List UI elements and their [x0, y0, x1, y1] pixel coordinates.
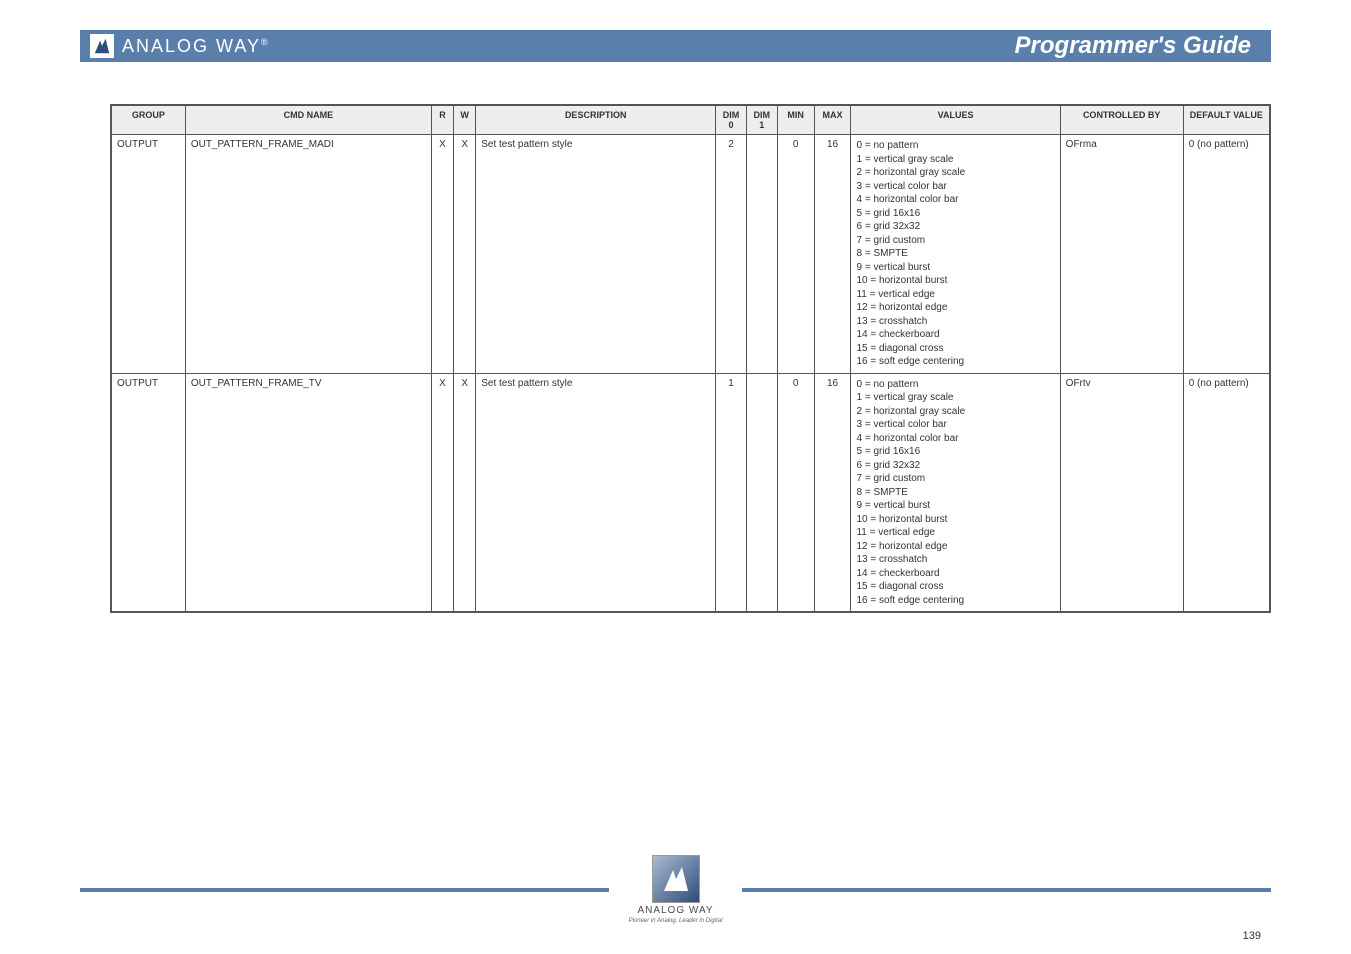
cell-values: 0 = no pattern1 = vertical gray scale2 =… [851, 373, 1060, 612]
cell-r: X [431, 135, 453, 374]
footer-rule-right [742, 888, 1271, 892]
cell-d0: 1 [716, 373, 747, 612]
value-line: 8 = SMPTE [856, 247, 1054, 261]
cell-cmd: OUT_PATTERN_FRAME_MADI [185, 135, 431, 374]
page-title: Programmer's Guide [1015, 32, 1251, 60]
value-line: 11 = vertical edge [856, 288, 1054, 302]
value-line: 12 = horizontal edge [856, 301, 1054, 315]
value-line: 4 = horizontal color bar [856, 432, 1054, 446]
cell-r: X [431, 373, 453, 612]
cell-values: 0 = no pattern1 = vertical gray scale2 =… [851, 135, 1060, 374]
value-line: 16 = soft edge centering [856, 594, 1054, 608]
col-r: R [431, 106, 453, 135]
cell-controlled-by: OFrma [1060, 135, 1183, 374]
page-number: 139 [1243, 930, 1261, 942]
value-line: 5 = grid 16x16 [856, 445, 1054, 459]
value-line: 11 = vertical edge [856, 526, 1054, 540]
col-desc: DESCRIPTION [476, 106, 716, 135]
header-bar: ANALOG WAY® Programmer's Guide [80, 30, 1271, 62]
footer-rule-left [80, 888, 609, 892]
col-d1: DIM 1 [746, 106, 777, 135]
value-line: 13 = crosshatch [856, 315, 1054, 329]
value-line: 7 = grid custom [856, 234, 1054, 248]
value-line: 9 = vertical burst [856, 261, 1054, 275]
col-vals: VALUES [851, 106, 1060, 135]
value-line: 7 = grid custom [856, 472, 1054, 486]
table-row: OUTPUTOUT_PATTERN_FRAME_MADIXXSet test p… [112, 135, 1270, 374]
value-line: 6 = grid 32x32 [856, 220, 1054, 234]
cell-default: 0 (no pattern) [1183, 135, 1269, 374]
footer-brand: ANALOG WAY [637, 905, 713, 916]
value-line: 1 = vertical gray scale [856, 153, 1054, 167]
cell-w: X [454, 373, 476, 612]
cell-default: 0 (no pattern) [1183, 373, 1269, 612]
cell-min: 0 [777, 373, 814, 612]
value-line: 2 = horizontal gray scale [856, 405, 1054, 419]
header-logo: ANALOG WAY® [90, 34, 270, 58]
logo-mark-icon [90, 34, 114, 58]
cell-d1 [746, 373, 777, 612]
table-row: OUTPUTOUT_PATTERN_FRAME_TVXXSet test pat… [112, 373, 1270, 612]
cell-controlled-by: OFrtv [1060, 373, 1183, 612]
value-line: 10 = horizontal burst [856, 513, 1054, 527]
col-ctrl: CONTROLLED BY [1060, 106, 1183, 135]
footer-logo: ANALOG WAY Pioneer in Analog, Leader in … [629, 855, 723, 924]
col-group: GROUP [112, 106, 186, 135]
brand-name: ANALOG WAY® [122, 36, 270, 57]
value-line: 5 = grid 16x16 [856, 207, 1054, 221]
col-max: MAX [814, 106, 851, 135]
value-line: 3 = vertical color bar [856, 180, 1054, 194]
value-line: 2 = horizontal gray scale [856, 166, 1054, 180]
value-line: 3 = vertical color bar [856, 418, 1054, 432]
cell-max: 16 [814, 373, 851, 612]
commands-table: GROUP CMD NAME R W DESCRIPTION DIM 0 DIM… [110, 104, 1271, 613]
value-line: 14 = checkerboard [856, 567, 1054, 581]
col-d0: DIM 0 [716, 106, 747, 135]
cell-group: OUTPUT [112, 373, 186, 612]
value-line: 6 = grid 32x32 [856, 459, 1054, 473]
cell-desc: Set test pattern style [476, 135, 716, 374]
value-line: 10 = horizontal burst [856, 274, 1054, 288]
table-header-row: GROUP CMD NAME R W DESCRIPTION DIM 0 DIM… [112, 106, 1270, 135]
cell-d1 [746, 135, 777, 374]
col-cmd: CMD NAME [185, 106, 431, 135]
cell-desc: Set test pattern style [476, 373, 716, 612]
value-line: 13 = crosshatch [856, 553, 1054, 567]
footer-tagline: Pioneer in Analog, Leader in Digital [629, 918, 723, 924]
cell-d0: 2 [716, 135, 747, 374]
value-line: 15 = diagonal cross [856, 342, 1054, 356]
value-line: 9 = vertical burst [856, 499, 1054, 513]
cell-cmd: OUT_PATTERN_FRAME_TV [185, 373, 431, 612]
col-w: W [454, 106, 476, 135]
footer: ANALOG WAY Pioneer in Analog, Leader in … [80, 855, 1271, 924]
value-line: 14 = checkerboard [856, 328, 1054, 342]
logo-mark-icon [652, 855, 700, 903]
value-line: 4 = horizontal color bar [856, 193, 1054, 207]
value-line: 1 = vertical gray scale [856, 391, 1054, 405]
value-line: 8 = SMPTE [856, 486, 1054, 500]
cell-min: 0 [777, 135, 814, 374]
value-line: 16 = soft edge centering [856, 355, 1054, 369]
cell-w: X [454, 135, 476, 374]
cell-group: OUTPUT [112, 135, 186, 374]
value-line: 15 = diagonal cross [856, 580, 1054, 594]
value-line: 12 = horizontal edge [856, 540, 1054, 554]
col-dflt: DEFAULT VALUE [1183, 106, 1269, 135]
value-line: 0 = no pattern [856, 378, 1054, 392]
cell-max: 16 [814, 135, 851, 374]
col-min: MIN [777, 106, 814, 135]
value-line: 0 = no pattern [856, 139, 1054, 153]
